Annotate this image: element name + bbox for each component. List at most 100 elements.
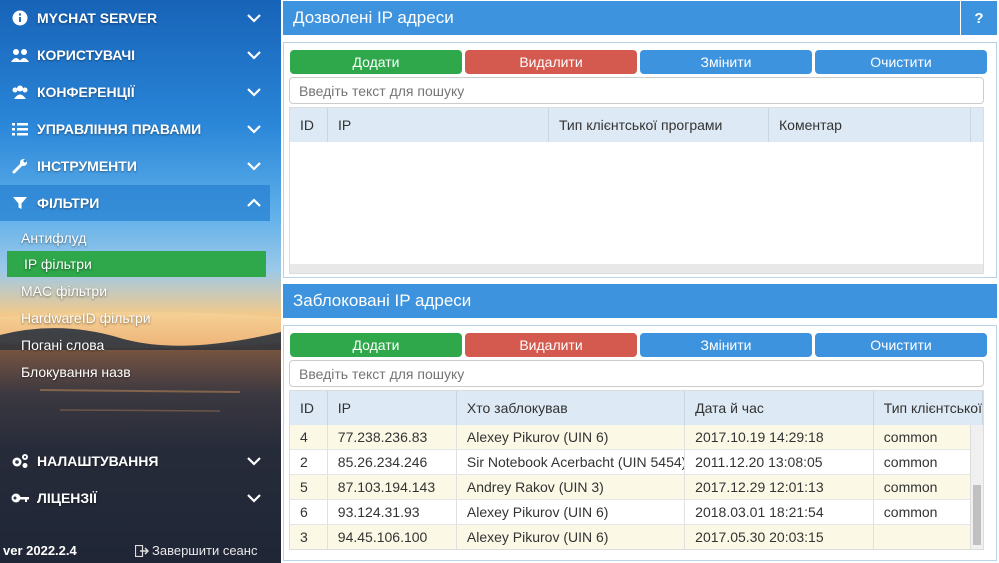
sidebar: MYCHAT SERVER КОРИСТУВАЧІ КОНФЕРЕНЦІЇ УП… [0, 0, 281, 563]
cell-ip: 87.103.194.143 [328, 475, 457, 499]
nav-label: УПРАВЛІННЯ ПРАВАМИ [37, 121, 202, 137]
cell-datetime: 2017.05.30 20:03:15 [685, 525, 874, 549]
column-header-comment[interactable]: Коментар [769, 108, 971, 142]
nav-label: MYCHAT SERVER [37, 10, 158, 26]
search-input[interactable] [289, 77, 984, 104]
cell-id: 3 [290, 525, 328, 549]
group-icon [11, 83, 29, 101]
nav-rights-management[interactable]: УПРАВЛІННЯ ПРАВАМИ [0, 111, 270, 147]
cell-datetime: 2011.12.20 13:08:05 [685, 450, 874, 474]
cell-datetime: 2018.03.01 18:21:54 [685, 500, 874, 524]
nav-users[interactable]: КОРИСТУВАЧІ [0, 37, 270, 73]
column-header-id[interactable]: ID [290, 108, 328, 142]
cell-client-type [874, 525, 983, 549]
nav-conferences[interactable]: КОНФЕРЕНЦІЇ [0, 74, 270, 110]
horizontal-scrollbar[interactable] [290, 264, 983, 273]
key-icon [11, 489, 29, 507]
add-button[interactable]: Додати [290, 333, 462, 357]
cell-blocked-by: Andrey Rakov (UIN 3) [457, 475, 686, 499]
cell-client-type: common [874, 475, 983, 499]
sidebar-item-antiflood[interactable]: Антифлуд [0, 225, 266, 251]
clear-button[interactable]: Очистити [815, 50, 987, 74]
table-row[interactable]: 2 85.26.234.246 Sir Notebook Acerbacht (… [290, 450, 983, 475]
nav-label: ФІЛЬТРИ [37, 195, 100, 211]
table-row[interactable]: 3 94.45.106.100 Alexey Pikurov (UIN 6) 2… [290, 525, 983, 549]
edit-button[interactable]: Змінити [640, 50, 812, 74]
sub-label: MAC фільтри [21, 283, 108, 299]
cell-ip: 93.124.31.93 [328, 500, 457, 524]
nav-label: КОНФЕРЕНЦІЇ [37, 84, 135, 100]
chevron-down-icon [247, 14, 261, 23]
cell-ip: 85.26.234.246 [328, 450, 457, 474]
allowed-toolbar: Додати Видалити Змінити Очистити [290, 50, 987, 74]
column-header-ip[interactable]: IP [328, 108, 549, 142]
sub-label: HardwareID фільтри [21, 310, 151, 326]
chevron-down-icon [247, 51, 261, 60]
sidebar-item-bad-words[interactable]: Погані слова [0, 332, 266, 358]
panel-title: Дозволені IP адреси [293, 8, 454, 27]
sub-label: Антифлуд [21, 230, 87, 246]
delete-button[interactable]: Видалити [465, 333, 637, 357]
clear-button[interactable]: Очистити [815, 333, 987, 357]
logout-label: Завершити сеанс [152, 543, 258, 558]
filter-icon [11, 194, 29, 212]
column-header-client-type[interactable]: Тип клієнтської [874, 391, 983, 425]
allowed-ip-header: Дозволені IP адреси ? [283, 1, 997, 35]
allowed-ip-grid: ID IP Тип клієнтської програми Коментар [289, 107, 984, 274]
logout-link[interactable]: Завершити сеанс [135, 543, 257, 558]
cell-blocked-by: Sir Notebook Acerbacht (UIN 5454) [457, 450, 686, 474]
column-header-ip[interactable]: IP [328, 391, 457, 425]
table-row[interactable]: 6 93.124.31.93 Alexey Pikurov (UIN 6) 20… [290, 500, 983, 525]
cell-blocked-by: Alexey Pikurov (UIN 6) [457, 525, 686, 549]
nav-label: НАЛАШТУВАННЯ [37, 453, 159, 469]
nav-settings[interactable]: НАЛАШТУВАННЯ [0, 443, 270, 479]
users-icon [11, 46, 29, 64]
blocked-ip-panel: Додати Видалити Змінити Очистити ID IP Х… [283, 325, 997, 561]
cell-datetime: 2017.10.19 14:29:18 [685, 425, 874, 449]
cell-client-type: common [874, 425, 983, 449]
info-icon [11, 9, 29, 27]
column-header-datetime[interactable]: Дата й час [685, 391, 874, 425]
cell-client-type: common [874, 500, 983, 524]
logout-icon [135, 544, 149, 557]
cell-ip: 94.45.106.100 [328, 525, 457, 549]
version-label: ver 2022.2.4 [3, 543, 77, 558]
chevron-down-icon [247, 494, 261, 503]
chevron-down-icon [247, 125, 261, 134]
nav-filters[interactable]: ФІЛЬТРИ [0, 185, 270, 221]
column-header-blocked-by[interactable]: Хто заблокував [457, 391, 686, 425]
table-row[interactable]: 5 87.103.194.143 Andrey Rakov (UIN 3) 20… [290, 475, 983, 500]
vertical-scrollbar[interactable] [970, 425, 983, 549]
column-header-id[interactable]: ID [290, 391, 328, 425]
edit-button[interactable]: Змінити [640, 333, 812, 357]
add-button[interactable]: Додати [290, 50, 462, 74]
delete-button[interactable]: Видалити [465, 50, 637, 74]
table-row[interactable]: 4 77.238.236.83 Alexey Pikurov (UIN 6) 2… [290, 425, 983, 450]
nav-mychat-server[interactable]: MYCHAT SERVER [0, 0, 270, 36]
search-input[interactable] [289, 360, 984, 387]
cell-ip: 77.238.236.83 [328, 425, 457, 449]
cell-datetime: 2017.12.29 12:01:13 [685, 475, 874, 499]
cell-client-type: common [874, 450, 983, 474]
sidebar-item-hardwareid-filters[interactable]: HardwareID фільтри [0, 305, 266, 331]
column-header-client-type[interactable]: Тип клієнтської програми [549, 108, 769, 142]
sidebar-item-mac-filters[interactable]: MAC фільтри [0, 278, 266, 304]
scrollbar-thumb[interactable] [973, 485, 981, 545]
cell-id: 5 [290, 475, 328, 499]
sidebar-item-name-blocking[interactable]: Блокування назв [0, 359, 266, 385]
chevron-down-icon [247, 162, 261, 171]
sidebar-item-ip-filters[interactable]: IP фільтри [7, 251, 266, 277]
cell-blocked-by: Alexey Pikurov (UIN 6) [457, 425, 686, 449]
chevron-up-icon [247, 198, 261, 207]
sub-label: Блокування назв [21, 364, 131, 380]
help-label: ? [974, 9, 984, 27]
cell-id: 6 [290, 500, 328, 524]
nav-tools[interactable]: ІНСТРУМЕНТИ [0, 148, 270, 184]
sub-label: IP фільтри [24, 256, 92, 272]
nav-label: ЛІЦЕНЗІЇ [37, 490, 97, 506]
grid-header: ID IP Хто заблокував Дата й час Тип кліє… [290, 391, 983, 425]
blocked-ip-grid: ID IP Хто заблокував Дата й час Тип кліє… [289, 390, 984, 550]
panel-title: Заблоковані IP адреси [293, 291, 472, 310]
help-button[interactable]: ? [960, 1, 997, 35]
nav-licenses[interactable]: ЛІЦЕНЗІЇ [0, 480, 270, 516]
